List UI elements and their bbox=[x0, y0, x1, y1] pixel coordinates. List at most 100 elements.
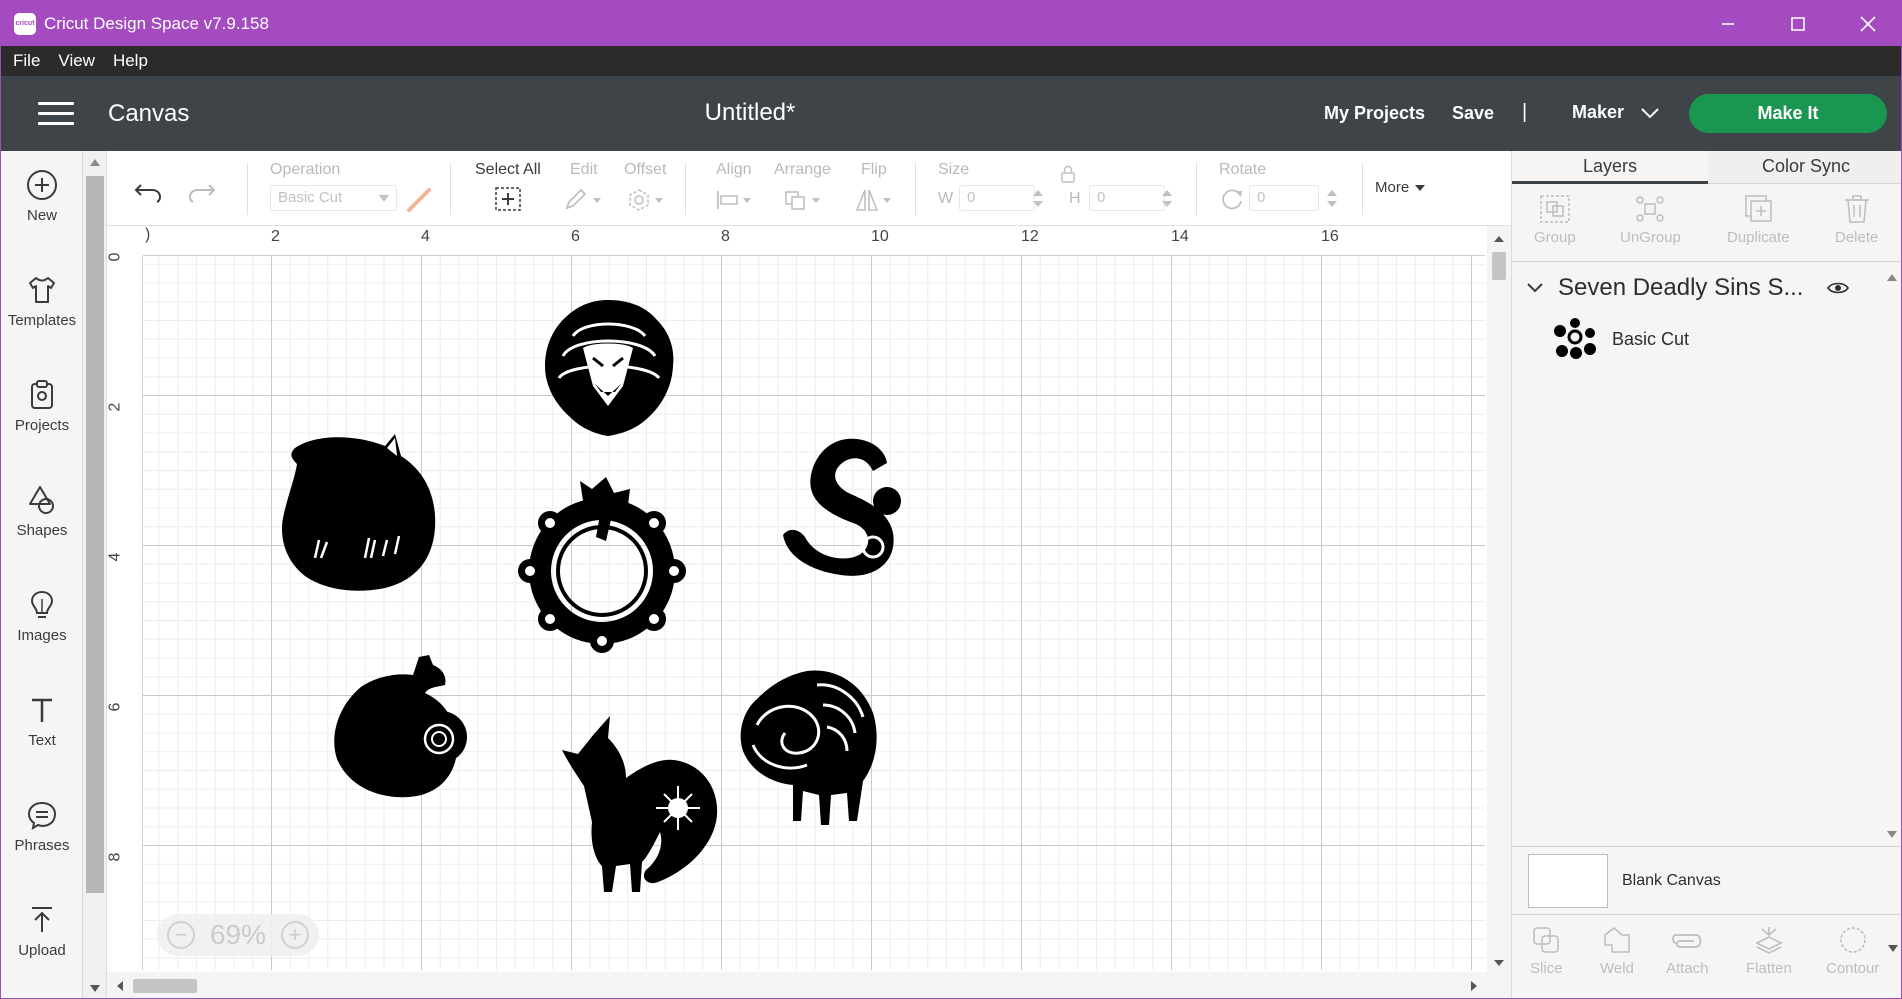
offset-button[interactable] bbox=[627, 188, 669, 217]
menu-help[interactable]: Help bbox=[113, 51, 148, 71]
document-title: Untitled* bbox=[704, 99, 796, 126]
sidebar-scroll-thumb[interactable] bbox=[86, 176, 104, 893]
undo-button[interactable] bbox=[133, 179, 163, 208]
speech-bubble-icon bbox=[27, 801, 57, 831]
app-logo: cricut bbox=[14, 12, 36, 35]
lion-symbol[interactable] bbox=[533, 296, 683, 441]
my-projects-link[interactable]: My Projects bbox=[1324, 103, 1425, 124]
offset-label: Offset bbox=[624, 161, 667, 178]
rotate-input[interactable]: 0 bbox=[1249, 185, 1319, 211]
duplicate-button[interactable]: Duplicate bbox=[1727, 194, 1790, 246]
group-button[interactable]: Group bbox=[1534, 194, 1576, 246]
contour-button[interactable]: Contour bbox=[1826, 925, 1879, 977]
zoom-out-button[interactable]: − bbox=[167, 921, 195, 949]
panel-scroll-up-icon[interactable] bbox=[1887, 274, 1897, 281]
ungroup-button[interactable]: UnGroup bbox=[1620, 194, 1681, 246]
canvas-horizontal-scrollbar[interactable] bbox=[107, 972, 1487, 999]
select-all-icon bbox=[495, 187, 521, 211]
slice-button[interactable]: Slice bbox=[1530, 925, 1563, 977]
boar-symbol[interactable] bbox=[275, 428, 450, 598]
rotate-button[interactable] bbox=[1219, 186, 1245, 217]
width-input[interactable]: 0 bbox=[959, 185, 1035, 211]
canvas-vertical-scrollbar[interactable] bbox=[1487, 226, 1511, 998]
sidebar-item-projects[interactable]: Projects bbox=[1, 379, 83, 469]
scroll-up-arrow-icon[interactable] bbox=[90, 159, 100, 166]
align-button[interactable] bbox=[715, 188, 757, 217]
zoom-control: − 69% + bbox=[157, 914, 319, 956]
delete-button[interactable]: Delete bbox=[1835, 194, 1878, 246]
more-menu-button[interactable]: More bbox=[1375, 179, 1426, 196]
edit-button[interactable] bbox=[563, 188, 605, 217]
blank-canvas-row[interactable]: Blank Canvas bbox=[1512, 846, 1901, 914]
minimize-button[interactable] bbox=[1693, 1, 1763, 46]
sidebar-item-shapes[interactable]: Shapes bbox=[1, 484, 83, 574]
stepper-arrows-icon bbox=[1033, 190, 1043, 207]
mat-grid[interactable] bbox=[143, 256, 1485, 970]
maximize-button[interactable] bbox=[1763, 1, 1833, 46]
chevron-down-icon[interactable] bbox=[1526, 282, 1544, 294]
dragon-ring-symbol[interactable] bbox=[510, 471, 695, 656]
group-icon bbox=[1540, 195, 1570, 223]
panel-scroll-down-icon[interactable] bbox=[1887, 831, 1897, 838]
layer-thumbnail bbox=[1554, 318, 1596, 359]
trash-icon bbox=[1844, 195, 1869, 223]
scroll-right-arrow-icon[interactable] bbox=[1465, 972, 1485, 999]
layer-item[interactable]: Basic Cut bbox=[1552, 316, 1872, 362]
sidebar-item-upload[interactable]: Upload bbox=[1, 904, 83, 994]
sidebar-item-images[interactable]: Images bbox=[1, 589, 83, 679]
scroll-down-arrow-icon[interactable] bbox=[1487, 954, 1511, 974]
blank-canvas-swatch[interactable] bbox=[1528, 853, 1608, 908]
serpent-symbol[interactable] bbox=[777, 431, 917, 581]
header-separator: | bbox=[1522, 101, 1528, 123]
scroll-left-arrow-icon[interactable] bbox=[109, 972, 129, 999]
tab-color-sync[interactable]: Color Sync bbox=[1708, 151, 1901, 184]
panel-scroll-down-icon[interactable] bbox=[1888, 945, 1898, 952]
save-button[interactable]: Save bbox=[1452, 103, 1494, 124]
menu-view[interactable]: View bbox=[58, 51, 95, 71]
layer-name: Basic Cut bbox=[1612, 328, 1690, 349]
goat-symbol[interactable] bbox=[737, 665, 887, 830]
make-it-button[interactable]: Make It bbox=[1689, 94, 1887, 133]
scroll-up-arrow-icon[interactable] bbox=[1487, 228, 1511, 248]
scroll-down-arrow-icon[interactable] bbox=[90, 985, 100, 992]
zoom-in-button[interactable]: + bbox=[280, 921, 309, 949]
close-button[interactable] bbox=[1833, 1, 1901, 46]
select-all-button[interactable] bbox=[494, 186, 522, 217]
rotate-value: 0 bbox=[1257, 189, 1266, 206]
design-canvas[interactable]: ) 2 4 6 8 10 12 14 16 0 2 4 6 8 − 69% + bbox=[107, 226, 1511, 999]
rotate-stepper[interactable] bbox=[1327, 188, 1337, 215]
toolbar-divider bbox=[1196, 163, 1197, 215]
material-color-button[interactable] bbox=[405, 186, 433, 219]
canvas-horizontal-scroll-thumb[interactable] bbox=[133, 979, 197, 993]
flatten-button[interactable]: Flatten bbox=[1746, 925, 1792, 977]
menu-file[interactable]: File bbox=[13, 51, 40, 71]
sidebar-label-upload: Upload bbox=[18, 942, 66, 959]
layer-group-row[interactable]: Seven Deadly Sins S... bbox=[1526, 271, 1886, 305]
height-stepper[interactable] bbox=[1162, 188, 1172, 215]
canvas-vertical-scroll-thumb[interactable] bbox=[1492, 252, 1506, 280]
minimize-icon bbox=[1722, 22, 1734, 25]
redo-button[interactable] bbox=[187, 179, 217, 208]
eye-icon[interactable] bbox=[1827, 281, 1850, 295]
arrange-button[interactable] bbox=[784, 188, 826, 217]
machine-selector[interactable]: Maker bbox=[1572, 102, 1660, 123]
window-title: Cricut Design Space v7.9.158 bbox=[44, 13, 269, 33]
width-stepper[interactable] bbox=[1033, 188, 1043, 215]
attach-button[interactable]: Attach bbox=[1666, 925, 1709, 977]
sidebar-scrollbar[interactable] bbox=[83, 151, 107, 998]
fox-symbol[interactable] bbox=[554, 716, 724, 896]
operation-select[interactable]: Basic Cut bbox=[270, 185, 397, 211]
width-value: 0 bbox=[967, 189, 976, 206]
bear-symbol[interactable] bbox=[329, 651, 484, 801]
sidebar-item-new[interactable]: New bbox=[1, 169, 83, 259]
weld-label: Weld bbox=[1600, 960, 1634, 977]
sidebar-item-text[interactable]: Text bbox=[1, 694, 83, 784]
tab-layers[interactable]: Layers bbox=[1512, 151, 1708, 184]
lock-proportions-button[interactable] bbox=[1060, 165, 1076, 188]
sidebar-item-templates[interactable]: Templates bbox=[1, 274, 83, 364]
height-input[interactable]: 0 bbox=[1089, 185, 1165, 211]
layers-panel: Layers Color Sync Group UnGroup Duplicat… bbox=[1511, 151, 1901, 998]
flip-button[interactable] bbox=[855, 188, 897, 217]
sidebar-item-phrases[interactable]: Phrases bbox=[1, 799, 83, 889]
weld-button[interactable]: Weld bbox=[1600, 925, 1634, 977]
